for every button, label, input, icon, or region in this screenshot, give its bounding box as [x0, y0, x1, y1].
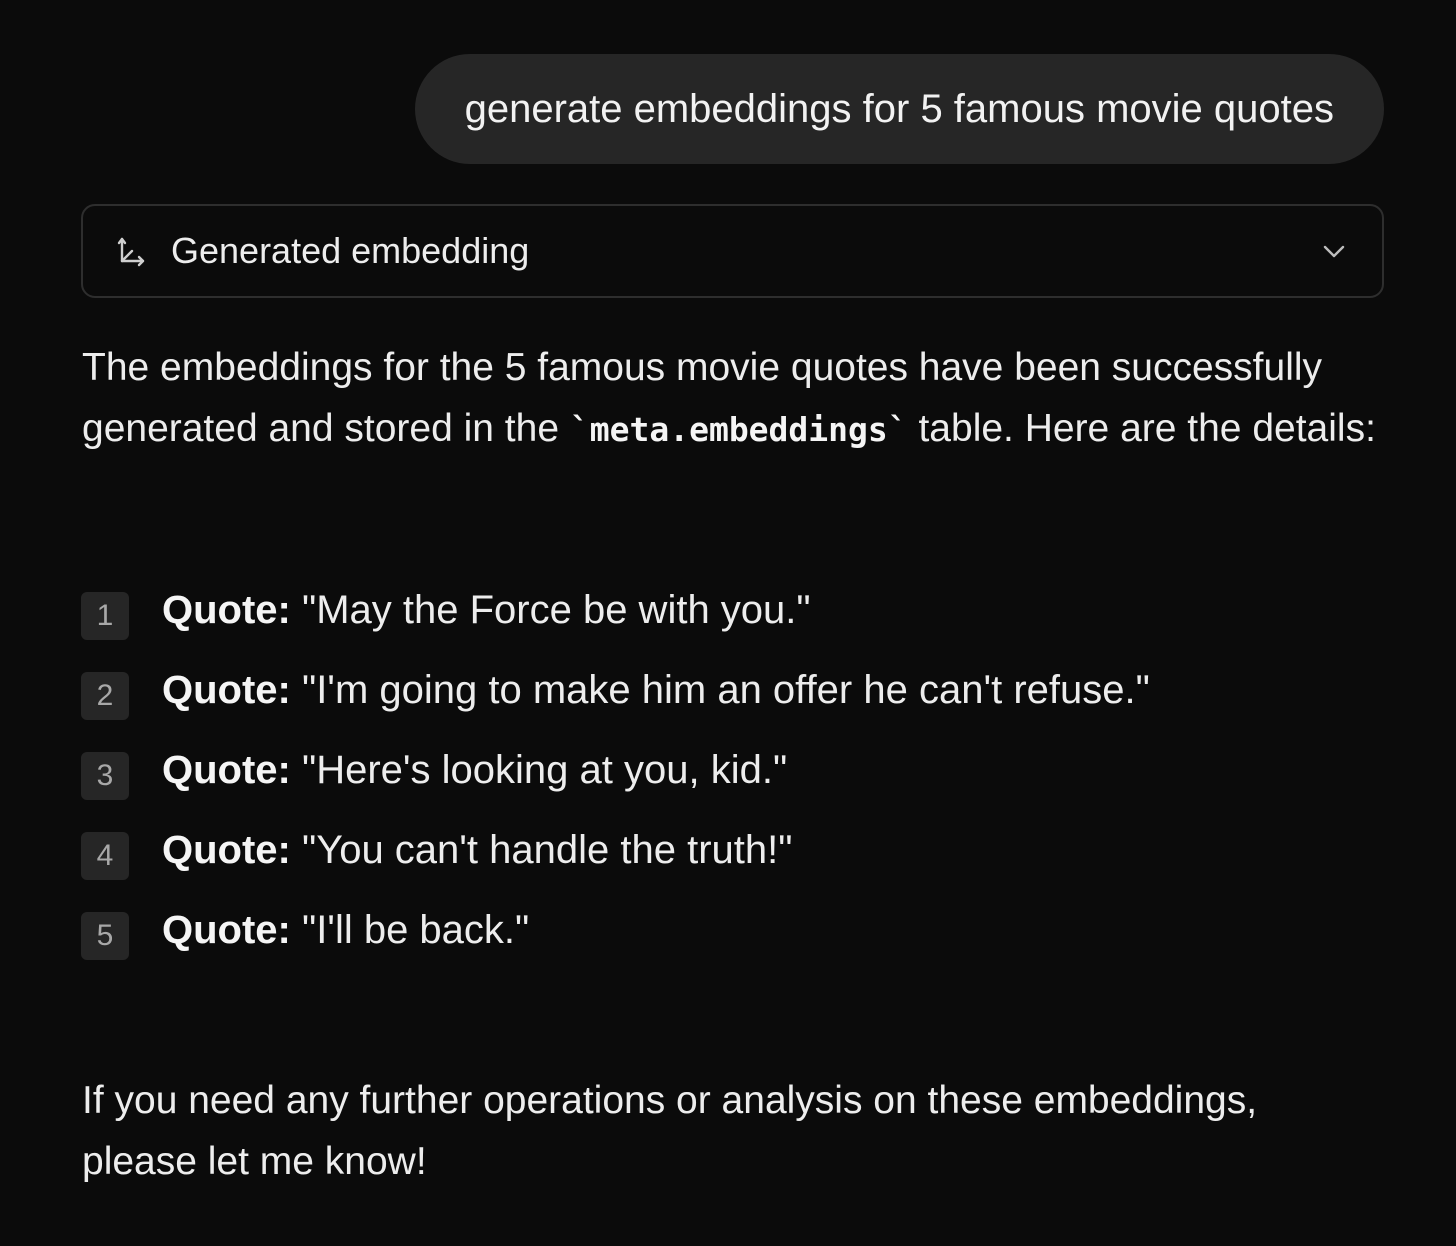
chevron-down-icon[interactable] [1314, 231, 1354, 271]
list-item-quote: "May the Force be with you." [290, 587, 811, 632]
list-item-text: Quote: "Here's looking at you, kid." [162, 748, 787, 793]
list-item-text: Quote: "May the Force be with you." [162, 588, 811, 633]
list-item-text: Quote: "You can't handle the truth!" [162, 828, 792, 873]
tool-call-label: Generated embedding [171, 230, 530, 271]
list-item-label: Quote: [162, 747, 291, 792]
response-intro: The embeddings for the 5 famous movie qu… [82, 337, 1382, 460]
list-number-badge: 2 [81, 672, 129, 720]
list-item: 5 Quote: "I'll be back." [81, 890, 1381, 970]
intro-text-2: table. Here are the details: [907, 407, 1376, 450]
list-item: 2 Quote: "I'm going to make him an offer… [81, 650, 1381, 730]
user-message-text: generate embeddings for 5 famous movie q… [464, 86, 1334, 131]
list-item-label: Quote: [162, 667, 291, 712]
list-item-quote: "Here's looking at you, kid." [290, 747, 788, 792]
list-number-badge: 4 [81, 832, 129, 880]
list-item: 4 Quote: "You can't handle the truth!" [81, 810, 1381, 890]
outro-text: If you need any further operations or an… [82, 1079, 1258, 1183]
list-item-quote: "You can't handle the truth!" [290, 827, 793, 872]
list-number-badge: 5 [81, 912, 129, 960]
list-item-text: Quote: "I'll be back." [162, 908, 529, 953]
chat-page: generate embeddings for 5 famous movie q… [0, 0, 1456, 1246]
user-message-bubble: generate embeddings for 5 famous movie q… [414, 54, 1384, 164]
axis-icon [113, 233, 149, 269]
tool-call-toggle[interactable]: Generated embedding [81, 204, 1384, 298]
list-item-quote: "I'm going to make him an offer he can't… [290, 667, 1150, 712]
list-item-quote: "I'll be back." [290, 907, 530, 952]
list-item: 3 Quote: "Here's looking at you, kid." [81, 730, 1381, 810]
quote-list: 1 Quote: "May the Force be with you." 2 … [81, 570, 1381, 970]
list-item: 1 Quote: "May the Force be with you." [81, 570, 1381, 650]
list-number-badge: 3 [81, 752, 129, 800]
table-name-code: `meta.embeddings` [569, 410, 908, 449]
list-item-label: Quote: [162, 587, 291, 632]
list-item-label: Quote: [162, 907, 291, 952]
list-item-text: Quote: "I'm going to make him an offer h… [162, 668, 1150, 713]
list-item-label: Quote: [162, 827, 291, 872]
list-number-badge: 1 [81, 592, 129, 640]
response-outro: If you need any further operations or an… [82, 1070, 1382, 1192]
